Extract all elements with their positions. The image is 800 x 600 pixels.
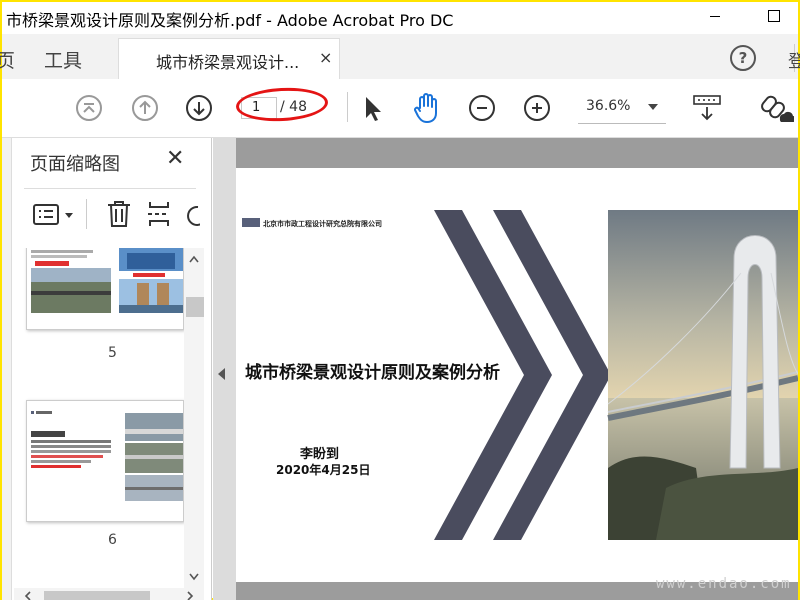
panel-divider	[24, 188, 196, 189]
thumbnail-scroll-thumb[interactable]	[186, 297, 204, 317]
maximize-button[interactable]	[768, 10, 780, 22]
panel-title: 页面缩略图	[30, 154, 120, 175]
signin-label[interactable]: 登	[788, 47, 800, 72]
title-bar: 市桥梁景观设计原则及案例分析.pdf - Adobe Acrobat Pro D…	[2, 2, 798, 34]
delete-page-button[interactable]	[105, 199, 133, 233]
insert-page-button[interactable]	[146, 199, 174, 233]
tab-document-label: 城市桥梁景观设计...	[156, 53, 300, 72]
rotate-page-button[interactable]	[186, 202, 200, 228]
slide-author: 李盼到	[300, 447, 340, 462]
panel-toolbar-divider	[86, 199, 87, 229]
thumbnail-list: 5 6	[14, 248, 184, 588]
toolbar	[2, 79, 798, 138]
insert-page-icon	[148, 202, 169, 226]
previous-page-button[interactable]	[132, 95, 158, 121]
panel-close-button[interactable]: ✕	[166, 146, 184, 171]
org-logo	[242, 218, 260, 227]
rotate-icon	[187, 205, 200, 226]
share-link-button[interactable]	[758, 93, 796, 129]
thumbnail-number-5: 5	[108, 345, 117, 361]
window-title: 市桥梁景观设计原则及案例分析.pdf - Adobe Acrobat Pro D…	[6, 11, 454, 30]
thumbnail-options-button[interactable]	[32, 202, 76, 232]
zoom-in-button[interactable]	[524, 95, 550, 121]
tab-tools[interactable]: 工具	[44, 46, 82, 73]
tab-document[interactable]: 城市桥梁景观设计... ×	[118, 38, 340, 79]
thumbnail-number-6: 6	[108, 532, 117, 548]
watermark: www.endao.com	[656, 576, 792, 592]
tab-home[interactable]: 页	[0, 46, 15, 73]
next-page-button[interactable]	[186, 95, 212, 121]
chevron-down-icon[interactable]	[648, 104, 658, 110]
tab-close-button[interactable]: ×	[319, 48, 332, 67]
scroll-mode-button[interactable]	[692, 94, 722, 128]
first-page-button[interactable]	[76, 95, 102, 121]
thumbnail-page-6[interactable]	[26, 400, 184, 522]
thumbnail-hscroll-thumb[interactable]	[44, 591, 150, 600]
cursor-arrow-icon	[366, 97, 381, 121]
help-icon[interactable]: ?	[730, 45, 756, 71]
panel-strip	[2, 138, 12, 600]
bridge-photo	[607, 210, 798, 540]
zoom-level-select[interactable]: 36.6%	[578, 96, 666, 124]
zoom-in-icon	[524, 95, 550, 121]
hand-icon	[414, 93, 437, 123]
select-tool-button[interactable]	[362, 94, 384, 128]
arrow-up-icon	[132, 95, 158, 121]
hand-tool-button[interactable]	[411, 91, 443, 129]
previous-page-edge	[236, 138, 798, 168]
scroll-mode-icon	[693, 95, 721, 121]
link-cloud-icon	[761, 95, 796, 122]
arrow-down-icon	[186, 95, 212, 121]
zoom-out-icon	[469, 95, 495, 121]
list-options-icon	[33, 204, 73, 225]
trash-icon	[108, 201, 130, 227]
zoom-out-button[interactable]	[469, 95, 495, 121]
minimize-button[interactable]	[710, 16, 720, 17]
org-name: 北京市市政工程设计研究总院有限公司	[263, 220, 382, 228]
thumbnail-page-5[interactable]	[26, 248, 184, 330]
collapse-panel-arrow[interactable]	[218, 368, 225, 380]
slide-date: 2020年4月25日	[276, 463, 371, 477]
first-page-icon	[76, 95, 102, 121]
slide-title: 城市桥梁景观设计原则及案例分析	[245, 363, 500, 383]
toolbar-divider	[347, 92, 348, 122]
